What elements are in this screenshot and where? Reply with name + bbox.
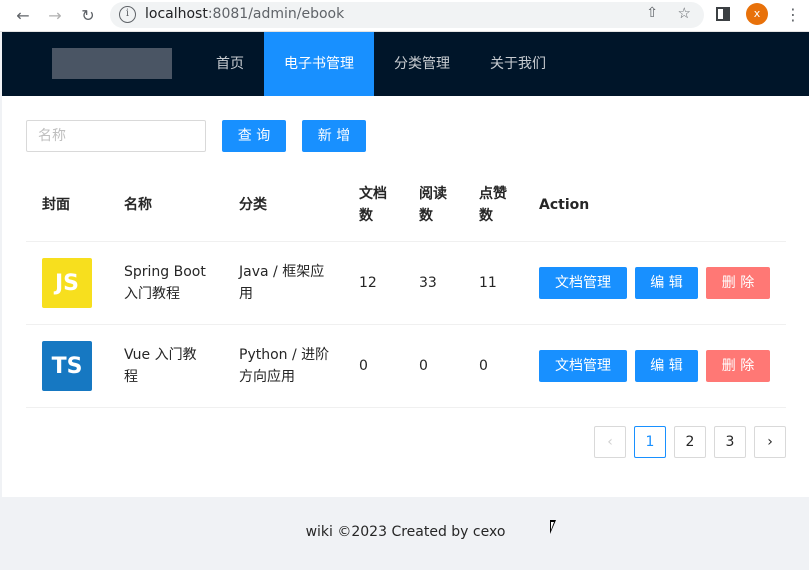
ebook-name: Vue 入门教程 — [124, 347, 197, 385]
view-count: 0 — [419, 358, 428, 374]
footer-text: wiki ©2023 Created by cexo — [305, 524, 506, 540]
column-header-cover: 封面 — [42, 197, 70, 213]
next-page-icon[interactable]: › — [754, 426, 786, 458]
site-info-icon[interactable]: i — [119, 6, 136, 23]
page-2[interactable]: 2 — [674, 426, 706, 458]
profile-avatar[interactable]: x — [746, 3, 768, 25]
browser-toolbar: ← → ↻ i localhost:8081/admin/ebook ⇧ ☆ x… — [0, 0, 809, 32]
reload-icon[interactable]: ↻ — [77, 5, 99, 27]
share-icon[interactable]: ⇧ — [646, 5, 658, 21]
table-row: TS Vue 入门教程 Python / 进阶方向应用 0 0 0 文档管理 编… — [26, 325, 786, 408]
js-cover-image: JS — [42, 258, 92, 308]
url-path: :8081/admin/ebook — [207, 6, 345, 22]
view-count: 33 — [419, 275, 437, 291]
add-button[interactable]: 新 增 — [302, 120, 366, 152]
ts-cover-image: TS — [42, 341, 92, 391]
table-header: 封面 名称 分类 文档数 阅读数 点赞数 Action — [26, 168, 786, 242]
ebook-category: Python / 进阶方向应用 — [239, 347, 330, 385]
logo — [52, 48, 172, 79]
mouse-cursor-icon — [550, 520, 556, 534]
ebook-name: Spring Boot 入门教程 — [124, 264, 206, 302]
doc-management-button[interactable]: 文档管理 — [539, 350, 627, 382]
nav-ebook-management[interactable]: 电子书管理 — [264, 32, 374, 96]
edit-button[interactable]: 编 辑 — [635, 350, 698, 382]
edit-button[interactable]: 编 辑 — [635, 267, 698, 299]
more-menu-icon[interactable]: ⋮ — [785, 5, 801, 25]
vote-count: 0 — [479, 358, 488, 374]
page-1[interactable]: 1 — [634, 426, 666, 458]
footer: wiki ©2023 Created by cexo — [2, 497, 809, 570]
app-header: 首页 电子书管理 分类管理 关于我们 — [2, 32, 809, 96]
delete-button[interactable]: 删 除 — [706, 350, 770, 382]
doc-count: 12 — [359, 275, 377, 291]
bookmark-star-icon[interactable]: ☆ — [678, 4, 691, 22]
delete-button[interactable]: 删 除 — [706, 267, 770, 299]
doc-count: 0 — [359, 358, 368, 374]
table-row: JS Spring Boot 入门教程 Java / 框架应用 12 33 11… — [26, 242, 786, 325]
vote-count: 11 — [479, 275, 497, 291]
url-host: localhost — [145, 6, 208, 22]
nav-about-us[interactable]: 关于我们 — [470, 32, 566, 96]
page-3[interactable]: 3 — [714, 426, 746, 458]
search-input[interactable] — [26, 120, 206, 152]
nav-category-management[interactable]: 分类管理 — [374, 32, 470, 96]
nav-home[interactable]: 首页 — [200, 32, 260, 96]
forward-arrow-icon[interactable]: → — [44, 5, 66, 27]
column-header-doc-count: 文档数 — [359, 186, 387, 224]
back-arrow-icon[interactable]: ← — [12, 5, 34, 27]
column-header-view-count: 阅读数 — [419, 186, 447, 224]
address-bar[interactable]: i localhost:8081/admin/ebook ⇧ ☆ — [110, 2, 704, 28]
side-panel-icon[interactable] — [716, 7, 730, 21]
column-header-vote-count: 点赞数 — [479, 186, 507, 224]
column-header-name: 名称 — [124, 197, 152, 213]
url-text[interactable]: localhost:8081/admin/ebook — [145, 6, 344, 22]
column-header-action: Action — [539, 197, 590, 213]
column-header-category: 分类 — [239, 197, 267, 213]
query-button[interactable]: 查 询 — [222, 120, 286, 152]
main-content: 查 询 新 增 封面 名称 分类 文档数 阅读数 点赞数 Action JS S… — [2, 96, 809, 497]
ebook-category: Java / 框架应用 — [239, 264, 325, 302]
doc-management-button[interactable]: 文档管理 — [539, 267, 627, 299]
prev-page-icon[interactable]: ‹ — [594, 426, 626, 458]
